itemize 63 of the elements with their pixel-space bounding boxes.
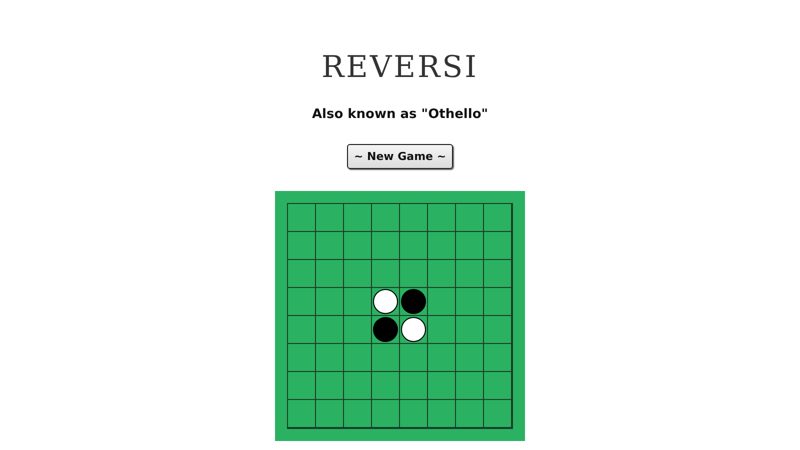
subtitle: Also known as "Othello": [312, 106, 488, 124]
board-cell[interactable]: [456, 288, 484, 316]
board-cell[interactable]: [428, 204, 456, 232]
board-cell[interactable]: [288, 372, 316, 400]
board-cell[interactable]: [400, 260, 428, 288]
board-cell[interactable]: [400, 204, 428, 232]
board-cell[interactable]: [400, 400, 428, 428]
board-cell[interactable]: [456, 372, 484, 400]
board-cell[interactable]: [344, 400, 372, 428]
board-cell[interactable]: [428, 400, 456, 428]
board-cell[interactable]: [456, 316, 484, 344]
board-cell[interactable]: [316, 344, 344, 372]
board-cell[interactable]: [372, 204, 400, 232]
board-cell[interactable]: [316, 316, 344, 344]
board-cell[interactable]: [288, 288, 316, 316]
board-cell[interactable]: [344, 288, 372, 316]
board-cell[interactable]: [484, 260, 512, 288]
board-cell[interactable]: [316, 232, 344, 260]
board-cell[interactable]: [484, 400, 512, 428]
board-cell[interactable]: [316, 260, 344, 288]
board-cell[interactable]: [484, 344, 512, 372]
board-cell[interactable]: [372, 232, 400, 260]
board-cell[interactable]: [400, 232, 428, 260]
board-cell[interactable]: [456, 232, 484, 260]
board-cell[interactable]: [316, 288, 344, 316]
board-cell[interactable]: [288, 260, 316, 288]
board-cell[interactable]: [456, 344, 484, 372]
board-cell[interactable]: [428, 344, 456, 372]
board-cell[interactable]: [484, 232, 512, 260]
board-cell[interactable]: [484, 204, 512, 232]
board-cell[interactable]: [344, 372, 372, 400]
board-cell[interactable]: [344, 260, 372, 288]
board-cell[interactable]: [400, 372, 428, 400]
game-title: REVERSI: [321, 49, 479, 87]
board-cell[interactable]: [372, 372, 400, 400]
board-cell[interactable]: [288, 316, 316, 344]
board-cell[interactable]: [344, 204, 372, 232]
board-cell[interactable]: [344, 232, 372, 260]
board-cell[interactable]: [484, 372, 512, 400]
board-cell[interactable]: [316, 400, 344, 428]
board-cell[interactable]: [428, 260, 456, 288]
board-cell[interactable]: [316, 372, 344, 400]
board-cell[interactable]: [344, 316, 372, 344]
board-cell[interactable]: [400, 344, 428, 372]
board-cell[interactable]: [428, 316, 456, 344]
board-cell[interactable]: [484, 288, 512, 316]
board-cell[interactable]: [288, 232, 316, 260]
board-cell[interactable]: [288, 344, 316, 372]
board-cell[interactable]: [428, 288, 456, 316]
board-cell[interactable]: [484, 316, 512, 344]
board-cell[interactable]: [288, 400, 316, 428]
new-game-button[interactable]: ~ New Game ~: [346, 144, 454, 169]
board-cell[interactable]: [344, 344, 372, 372]
board-cell[interactable]: [456, 204, 484, 232]
board-cell[interactable]: [288, 204, 316, 232]
board-cell[interactable]: [316, 204, 344, 232]
board-cell[interactable]: [372, 260, 400, 288]
board-cell[interactable]: [428, 372, 456, 400]
board-cell[interactable]: [428, 232, 456, 260]
board-cell[interactable]: [456, 260, 484, 288]
board-cell[interactable]: [372, 400, 400, 428]
board-cell[interactable]: [372, 344, 400, 372]
board-cell[interactable]: [456, 400, 484, 428]
